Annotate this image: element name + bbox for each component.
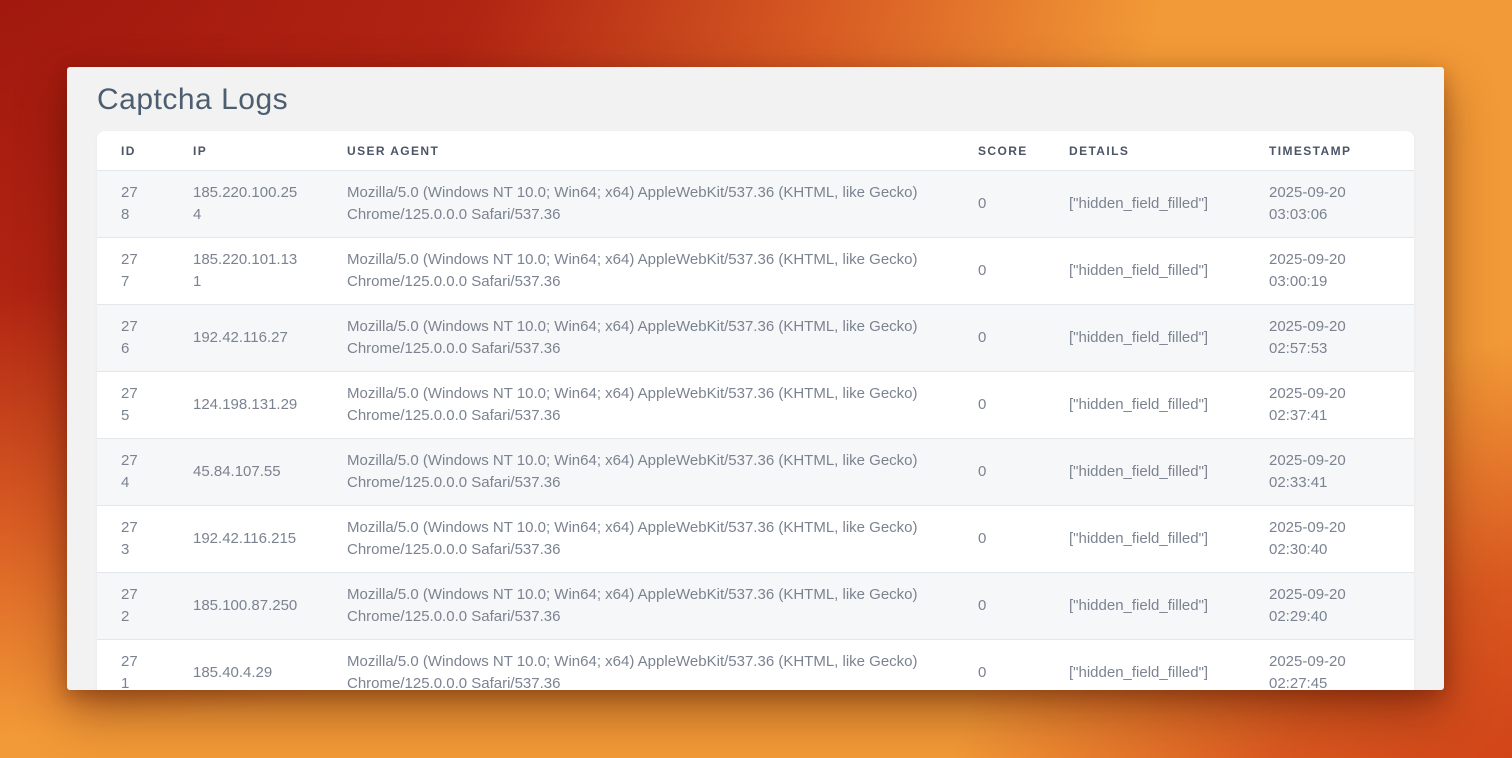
cell-id: 273 [97,506,169,573]
cell-score: 0 [954,305,1045,372]
cell-timestamp: 2025-09-20 02:30:40 [1245,506,1414,573]
logs-table: ID IP USER AGENT SCORE DETAILS TIMESTAMP… [97,131,1414,690]
cell-id: 274 [97,439,169,506]
column-header-details: DETAILS [1045,131,1245,171]
cell-score: 0 [954,372,1045,439]
table-header-row: ID IP USER AGENT SCORE DETAILS TIMESTAMP [97,131,1414,171]
cell-user-agent: Mozilla/5.0 (Windows NT 10.0; Win64; x64… [323,171,954,238]
cell-score: 0 [954,573,1045,640]
cell-ip: 45.84.107.55 [169,439,323,506]
cell-user-agent: Mozilla/5.0 (Windows NT 10.0; Win64; x64… [323,305,954,372]
cell-user-agent: Mozilla/5.0 (Windows NT 10.0; Win64; x64… [323,573,954,640]
table-row: 274 45.84.107.55 Mozilla/5.0 (Windows NT… [97,439,1414,506]
cell-timestamp: 2025-09-20 02:37:41 [1245,372,1414,439]
cell-timestamp: 2025-09-20 02:27:45 [1245,640,1414,691]
cell-ip: 185.220.101.131 [169,238,323,305]
cell-details: ["hidden_field_filled"] [1045,439,1245,506]
column-header-ip: IP [169,131,323,171]
cell-details: ["hidden_field_filled"] [1045,506,1245,573]
cell-id: 271 [97,640,169,691]
cell-details: ["hidden_field_filled"] [1045,238,1245,305]
cell-details: ["hidden_field_filled"] [1045,305,1245,372]
table-row: 272 185.100.87.250 Mozilla/5.0 (Windows … [97,573,1414,640]
cell-id: 275 [97,372,169,439]
table-row: 273 192.42.116.215 Mozilla/5.0 (Windows … [97,506,1414,573]
cell-id: 277 [97,238,169,305]
cell-user-agent: Mozilla/5.0 (Windows NT 10.0; Win64; x64… [323,506,954,573]
cell-ip: 185.220.100.254 [169,171,323,238]
cell-details: ["hidden_field_filled"] [1045,171,1245,238]
cell-ip: 192.42.116.215 [169,506,323,573]
captcha-logs-card: Captcha Logs ID IP USER AGENT SCORE [67,67,1444,690]
cell-user-agent: Mozilla/5.0 (Windows NT 10.0; Win64; x64… [323,238,954,305]
column-header-timestamp: TIMESTAMP [1245,131,1414,171]
column-header-score: SCORE [954,131,1045,171]
page-title: Captcha Logs [97,67,1414,131]
cell-id: 278 [97,171,169,238]
table-row: 271 185.40.4.29 Mozilla/5.0 (Windows NT … [97,640,1414,691]
cell-ip: 124.198.131.29 [169,372,323,439]
table-body: 278 185.220.100.254 Mozilla/5.0 (Windows… [97,171,1414,691]
cell-score: 0 [954,238,1045,305]
cell-timestamp: 2025-09-20 02:33:41 [1245,439,1414,506]
cell-id: 276 [97,305,169,372]
cell-timestamp: 2025-09-20 02:29:40 [1245,573,1414,640]
cell-ip: 185.100.87.250 [169,573,323,640]
cell-user-agent: Mozilla/5.0 (Windows NT 10.0; Win64; x64… [323,439,954,506]
logs-table-container: ID IP USER AGENT SCORE DETAILS TIMESTAMP… [97,131,1414,690]
cell-timestamp: 2025-09-20 03:03:06 [1245,171,1414,238]
column-header-user-agent: USER AGENT [323,131,954,171]
cell-score: 0 [954,506,1045,573]
cell-details: ["hidden_field_filled"] [1045,573,1245,640]
cell-details: ["hidden_field_filled"] [1045,372,1245,439]
cell-score: 0 [954,439,1045,506]
column-header-id: ID [97,131,169,171]
page-background: Captcha Logs ID IP USER AGENT SCORE [0,0,1512,758]
cell-details: ["hidden_field_filled"] [1045,640,1245,691]
cell-user-agent: Mozilla/5.0 (Windows NT 10.0; Win64; x64… [323,372,954,439]
cell-ip: 185.40.4.29 [169,640,323,691]
table-row: 277 185.220.101.131 Mozilla/5.0 (Windows… [97,238,1414,305]
table-row: 275 124.198.131.29 Mozilla/5.0 (Windows … [97,372,1414,439]
cell-score: 0 [954,640,1045,691]
cell-user-agent: Mozilla/5.0 (Windows NT 10.0; Win64; x64… [323,640,954,691]
cell-timestamp: 2025-09-20 02:57:53 [1245,305,1414,372]
cell-ip: 192.42.116.27 [169,305,323,372]
table-row: 276 192.42.116.27 Mozilla/5.0 (Windows N… [97,305,1414,372]
cell-score: 0 [954,171,1045,238]
cell-id: 272 [97,573,169,640]
cell-timestamp: 2025-09-20 03:00:19 [1245,238,1414,305]
table-row: 278 185.220.100.254 Mozilla/5.0 (Windows… [97,171,1414,238]
